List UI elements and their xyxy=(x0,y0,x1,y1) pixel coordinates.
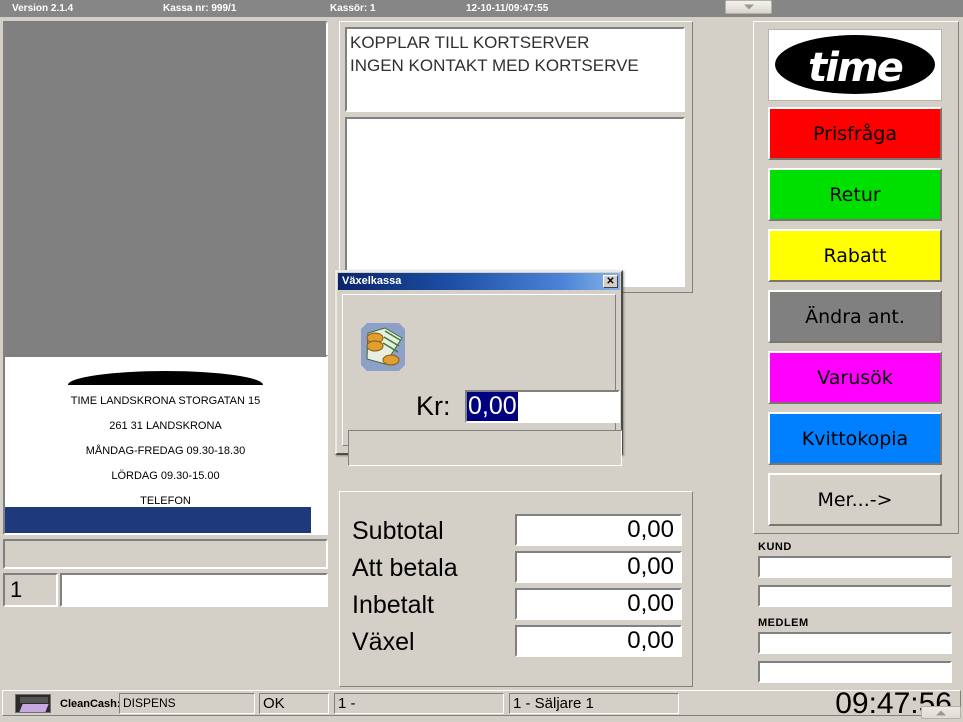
totals-label: Växel xyxy=(352,628,415,656)
datetime-label: 12-10-11/09:47:55 xyxy=(466,3,549,14)
receipt-selection-band xyxy=(5,507,311,533)
cashier-label: Kassör: 1 xyxy=(330,3,376,14)
function-button-panel: time Prisfråga Retur Rabatt Ändra ant. V… xyxy=(753,21,959,534)
message-line: KOPPLAR TILL KORTSERVER xyxy=(350,33,590,52)
totals-row-vaxel: Växel 0,00 xyxy=(352,625,682,661)
quantity-field[interactable]: 1 xyxy=(3,573,58,607)
button-label: Varusök xyxy=(817,366,893,389)
cleancash-status-field: DISPENS xyxy=(119,693,255,714)
top-status-bar: Version 2.1.4 Kassa nr: 999/1 Kassör: 1 … xyxy=(0,0,963,17)
chevron-down-icon xyxy=(743,4,754,10)
message-panel-frame: KOPPLAR TILL KORTSERVER INGEN KONTAKT ME… xyxy=(339,21,693,293)
receipt-line: MÅNDAG-FREDAG 09.30-18.30 xyxy=(85,445,246,457)
amount-input-value: 0,00 xyxy=(467,392,518,421)
totals-value: 0,00 xyxy=(515,588,682,620)
button-label: Mer...-> xyxy=(817,488,893,511)
button-label: Kvittokopia xyxy=(801,427,909,450)
button-label: Rabatt xyxy=(823,244,887,267)
dialog-title-text: Växelkassa xyxy=(342,275,402,287)
medlem-label: MEDLEM xyxy=(758,617,809,629)
device-icon-top xyxy=(20,697,48,703)
seller-status-field: 1 - Säljare 1 xyxy=(509,693,679,714)
button-kvittokopia[interactable]: Kvittokopia xyxy=(768,412,942,465)
scan-input[interactable] xyxy=(60,573,328,607)
receipt-logo-mark xyxy=(68,371,263,385)
cash-money-icon xyxy=(361,323,405,371)
minimize-button[interactable] xyxy=(725,0,772,14)
kund-label: KUND xyxy=(758,541,792,553)
item-info-readonly-field xyxy=(3,539,328,569)
button-prisfraga[interactable]: Prisfråga xyxy=(768,107,942,160)
restore-button[interactable] xyxy=(921,706,961,719)
kund-field-1[interactable] xyxy=(758,556,952,578)
receipt-line: TIME LANDSKRONA STORGATAN 15 xyxy=(70,395,261,407)
item-list-panel[interactable] xyxy=(3,21,328,357)
totals-label: Inbetalt xyxy=(352,591,435,619)
button-rabatt[interactable]: Rabatt xyxy=(768,229,942,282)
secondary-message-box[interactable] xyxy=(345,117,685,287)
entry-row: 1 xyxy=(3,573,328,607)
dialog-title-bar[interactable]: Växelkassa ✕ xyxy=(338,273,620,290)
kund-field-2[interactable] xyxy=(758,585,952,607)
cleancash-device-icon xyxy=(15,694,51,713)
totals-label: Subtotal xyxy=(352,517,444,545)
button-retur[interactable]: Retur xyxy=(768,168,942,221)
bottom-status-bar: CleanCash: DISPENS OK 1 - 1 - Säljare 1 … xyxy=(2,687,961,720)
chevron-up-icon xyxy=(936,710,946,715)
totals-value: 0,00 xyxy=(515,514,682,546)
dialog-body: Kr: 0,00 xyxy=(342,294,622,466)
totals-row-inbetalt: Inbetalt 0,00 xyxy=(352,588,682,624)
vaxelkassa-dialog: Växelkassa ✕ Kr: 0,00 xyxy=(335,270,623,466)
message-line: INGEN KONTAKT MED KORTSERVE xyxy=(350,56,639,75)
dialog-secondary-field xyxy=(348,430,622,466)
amount-input[interactable]: 0,00 xyxy=(465,390,620,423)
pos-application-window: Version 2.1.4 Kassa nr: 999/1 Kassör: 1 … xyxy=(0,0,963,722)
medlem-field-1[interactable] xyxy=(758,632,952,654)
time-logo: time xyxy=(768,29,942,101)
receipt-line: 261 31 LANDSKRONA xyxy=(109,420,222,432)
register-status-field: 1 - xyxy=(334,693,504,714)
left-column: TIME LANDSKRONA STORGATAN 15 261 31 LAND… xyxy=(3,21,328,636)
totals-panel: Subtotal 0,00 Att betala 0,00 Inbetalt 0… xyxy=(339,491,693,687)
close-icon[interactable]: ✕ xyxy=(603,275,618,288)
button-label: Retur xyxy=(829,183,881,206)
medlem-field-2[interactable] xyxy=(758,661,952,683)
cleancash-ok-field: OK xyxy=(259,693,329,714)
totals-row-att-betala: Att betala 0,00 xyxy=(352,551,682,587)
receipt-line: LÖRDAG 09.30-15.00 xyxy=(111,470,220,482)
totals-value: 0,00 xyxy=(515,551,682,583)
button-label: Ändra ant. xyxy=(805,305,905,328)
button-varusok[interactable]: Varusök xyxy=(768,351,942,404)
message-log-box[interactable]: KOPPLAR TILL KORTSERVER INGEN KONTAKT ME… xyxy=(345,27,685,112)
currency-label: Kr: xyxy=(416,391,451,421)
button-mer[interactable]: Mer...-> xyxy=(768,473,942,526)
button-andra-ant[interactable]: Ändra ant. xyxy=(768,290,942,343)
device-icon-screen xyxy=(19,704,49,712)
cleancash-label: CleanCash: xyxy=(60,698,121,710)
totals-label: Att betala xyxy=(352,554,458,582)
register-number-label: Kassa nr: 999/1 xyxy=(163,3,237,14)
totals-row-subtotal: Subtotal 0,00 xyxy=(352,514,682,550)
logo-text: time xyxy=(808,45,904,91)
button-label: Prisfråga xyxy=(813,122,897,145)
receipt-preview-panel: TIME LANDSKRONA STORGATAN 15 261 31 LAND… xyxy=(3,355,328,535)
version-label: Version 2.1.4 xyxy=(12,3,74,14)
totals-value: 0,00 xyxy=(515,625,682,657)
